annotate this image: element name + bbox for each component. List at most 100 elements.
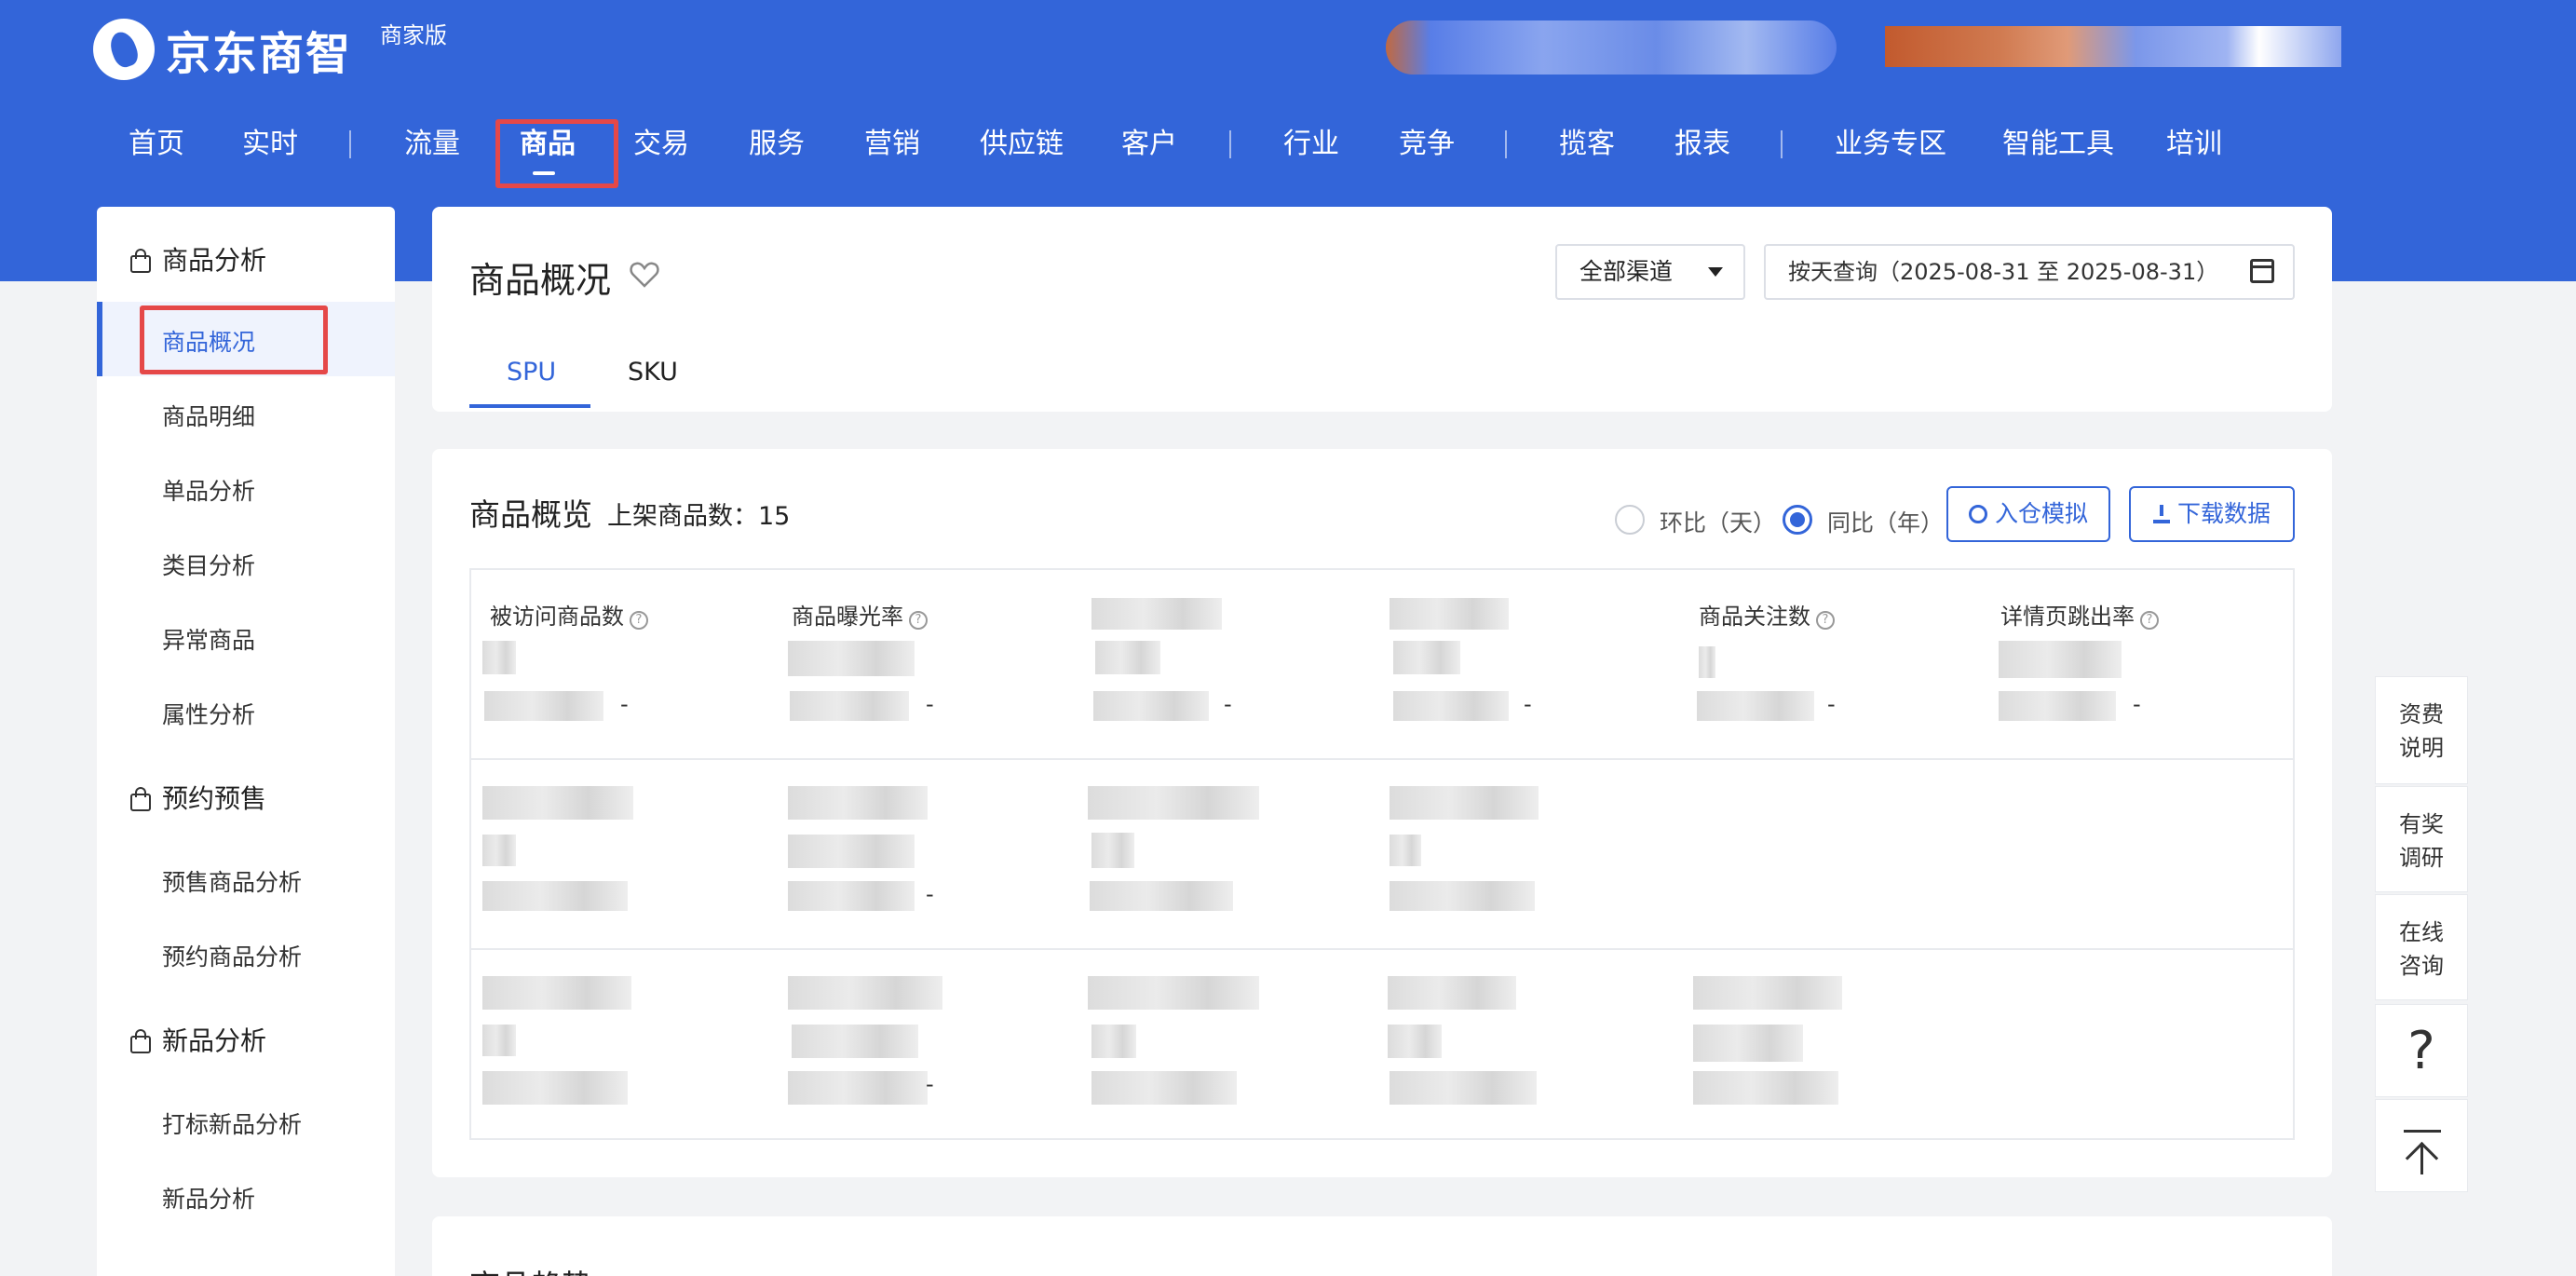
blurred-label (1390, 598, 1509, 630)
metric-change: - (926, 881, 934, 907)
blurred-label (788, 786, 928, 820)
sidebar-group-label: 预约预售 (162, 783, 267, 814)
nav-training[interactable]: 培训 (2166, 119, 2222, 170)
consult-label: 在线咨询 (2399, 919, 2444, 979)
back-to-top-button[interactable] (2375, 1099, 2468, 1192)
nav-divider (349, 130, 351, 158)
radio-yoy[interactable] (1783, 505, 1812, 535)
fee-info-button[interactable]: 资费说明 (2375, 676, 2468, 784)
help-icon[interactable]: ? (1816, 611, 1835, 630)
blurred-value (482, 835, 516, 866)
nav-marketing[interactable]: 营销 (864, 119, 920, 170)
logo[interactable]: 京东商智 商家版 (93, 17, 447, 82)
metric-change: - (926, 691, 934, 717)
metric-bounce-rate[interactable]: 详情页跳出率? (2000, 598, 2159, 631)
sidebar-group-presale[interactable]: 预约预售 (129, 779, 266, 816)
help-icon[interactable]: ? (909, 611, 928, 630)
blurred-value (1999, 691, 2116, 721)
blurred-value (482, 1071, 628, 1105)
radio-yoy-label: 同比（年） (1827, 509, 1945, 536)
edition-label: 商家版 (380, 22, 448, 48)
metric-change: - (926, 1071, 934, 1097)
tab-sku[interactable]: SKU (628, 358, 678, 387)
help-icon[interactable]: ? (630, 611, 648, 630)
trend-title: 商品趋势 (469, 1261, 592, 1276)
sidebar-item-abnormal[interactable]: 异常商品 (162, 622, 255, 656)
blurred-shop-info (1386, 20, 1837, 75)
sidebar-item-category[interactable]: 类目分析 (162, 548, 255, 581)
blurred-value (788, 881, 915, 911)
nav-service[interactable]: 服务 (749, 119, 805, 170)
heart-icon[interactable] (630, 261, 659, 289)
blurred-value (1693, 1071, 1838, 1105)
sidebar-item-tagged-new[interactable]: 打标新品分析 (162, 1106, 302, 1140)
date-range-picker[interactable]: 按天查询（2025-08-31 至 2025-08-31） (1764, 244, 2295, 300)
metrics-grid: 被访问商品数? - 商品曝光率? - - - 商品关注数? - 详情页跳出率? … (469, 568, 2295, 1140)
nav-industry[interactable]: 行业 (1283, 119, 1339, 170)
sidebar-item-new-analysis[interactable]: 新品分析 (162, 1181, 255, 1215)
overview-title: 商品概览 (469, 496, 592, 533)
question-icon: ? (2407, 1021, 2435, 1081)
sidebar-group-new-product[interactable]: 新品分析 (129, 1021, 266, 1058)
blurred-value (1697, 691, 1814, 721)
metric-follow-count[interactable]: 商品关注数? (1699, 598, 1835, 631)
blurred-value (1095, 641, 1160, 674)
channel-select[interactable]: 全部渠道 (1555, 244, 1745, 300)
blurred-value (1699, 646, 1715, 678)
highlight-box-sidebar (140, 305, 328, 374)
tab-spu[interactable]: SPU (507, 358, 556, 387)
nav-business-zone[interactable]: 业务专区 (1835, 119, 1946, 170)
blurred-value (1390, 1071, 1537, 1105)
nav-reports[interactable]: 报表 (1674, 119, 1730, 170)
blurred-value (1390, 881, 1535, 911)
highlight-box-nav (495, 119, 618, 188)
download-data-button[interactable]: 下载数据 (2129, 486, 2295, 542)
sidebar-group-label: 新品分析 (162, 1025, 267, 1056)
sidebar-item-reservation-analysis[interactable]: 预约商品分析 (162, 939, 302, 972)
blurred-label (1388, 976, 1516, 1010)
nav-acquire[interactable]: 揽客 (1559, 119, 1615, 170)
nav-competition[interactable]: 竞争 (1399, 119, 1455, 170)
blurred-value (1393, 691, 1509, 721)
blurred-value (788, 1071, 928, 1105)
overview-card: 商品概览 上架商品数：15 环比（天） 同比（年） 入仓模拟 下载数据 被访问商… (432, 449, 2332, 1177)
metric-visited-products[interactable]: 被访问商品数? (490, 598, 648, 631)
help-button[interactable]: ? (2375, 1004, 2468, 1097)
blurred-label (1088, 786, 1259, 820)
blurred-value (482, 881, 628, 911)
warehouse-simulate-button[interactable]: 入仓模拟 (1946, 486, 2110, 542)
nav-supply-chain[interactable]: 供应链 (980, 119, 1064, 170)
date-range-value: 按天查询（2025-08-31 至 2025-08-31） (1788, 259, 2219, 285)
help-icon[interactable]: ? (2140, 611, 2159, 630)
blurred-value (1999, 641, 2122, 678)
nav-realtime[interactable]: 实时 (242, 119, 298, 170)
nav-trade[interactable]: 交易 (633, 119, 689, 170)
radio-mom-label: 环比（天） (1660, 509, 1777, 536)
sidebar-item-presale-analysis[interactable]: 预售商品分析 (162, 864, 302, 898)
grid-divider (471, 948, 2293, 950)
sidebar-item-attribute[interactable]: 属性分析 (162, 697, 255, 730)
sidebar-item-single[interactable]: 单品分析 (162, 473, 255, 507)
grid-divider (471, 758, 2293, 760)
blurred-value (482, 641, 516, 674)
sidebar-group-product-analysis[interactable]: 商品分析 (129, 240, 266, 278)
metric-change: - (1524, 691, 1532, 717)
nav-traffic[interactable]: 流量 (404, 119, 460, 170)
metric-exposure-rate[interactable]: 商品曝光率? (792, 598, 928, 631)
sidebar-active-bar (97, 302, 102, 376)
blurred-label (1088, 976, 1259, 1010)
nav-home[interactable]: 首页 (129, 119, 184, 170)
arrow-up-to-top-icon (2376, 1100, 2467, 1193)
survey-button[interactable]: 有奖调研 (2375, 786, 2468, 892)
title-card: 商品概况 全部渠道 按天查询（2025-08-31 至 2025-08-31） … (432, 207, 2332, 412)
online-consult-button[interactable]: 在线咨询 (2375, 894, 2468, 1000)
nav-customer[interactable]: 客户 (1121, 119, 1177, 170)
blurred-value (790, 691, 909, 721)
shopping-bag-icon (129, 248, 151, 273)
sidebar-item-details[interactable]: 商品明细 (162, 399, 255, 432)
trend-card: 商品趋势 (432, 1216, 2332, 1276)
metric-change: - (1224, 691, 1232, 717)
radio-mom[interactable] (1615, 505, 1645, 535)
survey-label: 有奖调研 (2399, 811, 2444, 871)
nav-smart-tools[interactable]: 智能工具 (2002, 119, 2114, 170)
